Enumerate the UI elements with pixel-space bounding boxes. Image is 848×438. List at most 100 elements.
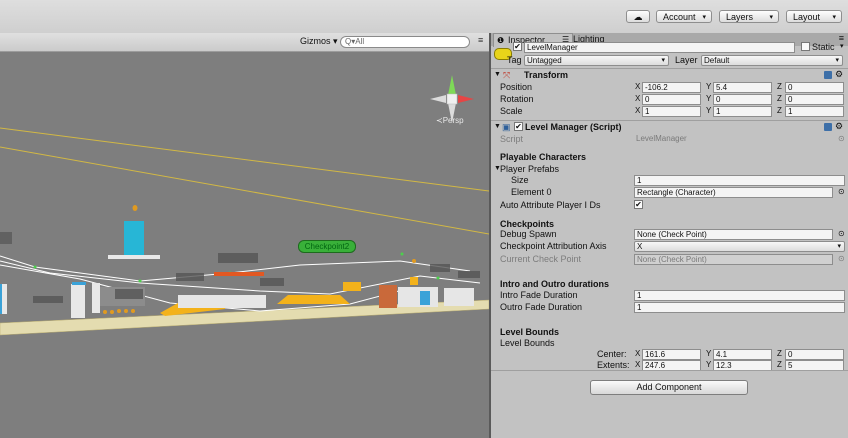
static-checkbox[interactable] (801, 42, 810, 51)
layout-dropdown[interactable]: Layout ▾ (786, 10, 842, 23)
debug-spawn-label: Debug Spawn (500, 229, 557, 239)
element0-field[interactable]: Rectangle (Character) (634, 187, 833, 198)
debug-spawn-field[interactable]: None (Check Point) (634, 229, 833, 240)
account-label: Account (663, 12, 696, 22)
help-icon[interactable] (824, 123, 832, 131)
gizmo-label (33, 296, 63, 303)
gear-icon[interactable]: ⚙ (835, 69, 843, 80)
gizmo-label (115, 289, 143, 299)
element0-label: Element 0 (511, 187, 552, 197)
platform-block (178, 295, 266, 308)
checkpoint-marker (138, 279, 142, 283)
element0-row: Element 0 Rectangle (Character) ⊙ (491, 186, 848, 198)
scale-y-field[interactable]: 1 (713, 106, 772, 117)
platform-block (444, 288, 474, 306)
scale-x-field[interactable]: 1 (642, 106, 701, 117)
object-name-field[interactable]: LevelManager (524, 42, 795, 53)
platform-block (398, 287, 438, 307)
chevron-down-icon: ▾ (837, 243, 841, 250)
persp-label[interactable]: ≺Persp (436, 116, 464, 125)
scene-search-input[interactable]: Q▾All (340, 36, 470, 48)
platform-block (108, 255, 160, 259)
script-enabled-checkbox[interactable]: ✔ (514, 122, 523, 131)
object-picker-icon[interactable]: ⊙ (838, 228, 845, 240)
level-bounds-line (0, 146, 489, 235)
tag-label: Tag (507, 55, 522, 65)
axis-z-label: Z (777, 82, 782, 91)
checkpoint-axis-value: X (637, 242, 643, 251)
checkpoint-marker (400, 252, 404, 256)
checkpoint-label[interactable]: Checkpoint2 (298, 240, 356, 253)
position-y-field[interactable]: 5.4 (713, 82, 772, 93)
checkpoint-axis-dropdown[interactable]: X ▾ (634, 241, 845, 252)
layers-label: Layers (726, 12, 754, 22)
account-dropdown[interactable]: Account ▾ (656, 10, 712, 23)
scene-view[interactable]: Gizmos ▾ Q▾All ≡ ≺Persp Checkpoint2 (0, 33, 489, 438)
transform-header[interactable]: ▼ ⤧ Transform ⚙ (491, 68, 848, 82)
platform-block (0, 284, 2, 314)
rotation-x-field[interactable]: 0 (642, 94, 701, 105)
platform-block (71, 284, 85, 318)
intro-fade-row: Intro Fade Duration 1 (491, 289, 848, 301)
transform-title: Transform (524, 70, 569, 80)
add-component-button[interactable]: Add Component (590, 380, 748, 395)
auto-attribute-checkbox[interactable]: ✔ (634, 200, 643, 209)
collectible-coin (124, 309, 128, 313)
intro-fade-field[interactable]: 1 (634, 290, 845, 301)
gizmos-dropdown[interactable]: Gizmos ▾ (300, 36, 338, 47)
position-label: Position (500, 82, 533, 92)
rotation-z-field[interactable]: 0 (785, 94, 844, 105)
scale-label: Scale (500, 106, 523, 116)
tag-dropdown[interactable]: Untagged ▾ (524, 55, 669, 66)
rotation-y-field[interactable]: 0 (713, 94, 772, 105)
axis-x-label: X (635, 82, 641, 91)
active-checkbox[interactable]: ✔ (513, 42, 522, 51)
object-picker-icon[interactable]: ⊙ (838, 186, 845, 198)
chevron-down-icon: ▾ (661, 57, 665, 64)
position-x-field[interactable]: -106.2 (642, 82, 701, 93)
current-checkpoint-row: Current Check Point None (Check Point) ⊙ (491, 253, 848, 265)
size-row: Size 1 (491, 174, 848, 186)
gizmo-label (430, 264, 450, 272)
checkpoint-marker (33, 265, 37, 269)
layer-label: Layer (675, 55, 698, 65)
help-icon[interactable] (824, 71, 832, 79)
axis-x-label: X (635, 94, 641, 103)
script-row: Script LevelManager ⊙ (491, 133, 848, 145)
platform-block (420, 291, 430, 305)
size-field[interactable]: 1 (634, 175, 845, 186)
layer-value: Default (704, 56, 730, 65)
axis-z-label: Z (777, 106, 782, 115)
collectible-coin (412, 259, 416, 263)
layer-dropdown[interactable]: Default ▾ (701, 55, 843, 66)
foldout-icon[interactable]: ▼ (494, 121, 501, 133)
position-z-field[interactable]: 0 (785, 82, 844, 93)
object-picker-icon: ⊙ (838, 254, 845, 263)
auto-attribute-label: Auto Attribute Player I Ds (500, 200, 601, 210)
outro-fade-row: Outro Fade Duration 1 (491, 301, 848, 313)
scene-canvas[interactable] (0, 51, 489, 438)
platform-block (72, 282, 86, 285)
collectible-coin (110, 310, 114, 314)
checkpoint-marker (436, 276, 440, 280)
axis-z-label: Z (777, 94, 782, 103)
chevron-down-icon: ▾ (769, 14, 773, 21)
outro-fade-field[interactable]: 1 (634, 302, 845, 313)
axis-y-label: Y (706, 82, 712, 91)
level-manager-title: Level Manager (Script) (525, 122, 622, 132)
chevron-down-icon[interactable]: ▾ (840, 41, 844, 53)
transform-icon: ⤧ (503, 70, 511, 80)
gear-icon[interactable]: ⚙ (835, 121, 843, 132)
level-bounds-line (0, 127, 489, 192)
inspector-panel: ❶ Inspector ☰ Lighting ≡ ✔ LevelManager … (491, 33, 848, 438)
scale-z-field[interactable]: 1 (785, 106, 844, 117)
top-toolbar: ☁ Account ▾ Layers ▾ Layout ▾ (0, 0, 848, 34)
foldout-icon[interactable]: ▼ (494, 69, 501, 81)
level-manager-header[interactable]: ▼ ▣ ✔ Level Manager (Script) ⚙ (491, 120, 848, 134)
gizmo-label (0, 232, 12, 244)
scene-menu-icon[interactable]: ≡ (478, 35, 483, 45)
layers-dropdown[interactable]: Layers ▾ (719, 10, 779, 23)
cloud-icon[interactable]: ☁ (626, 10, 650, 23)
collectible-coin (131, 309, 135, 313)
current-checkpoint-label: Current Check Point (500, 254, 582, 264)
